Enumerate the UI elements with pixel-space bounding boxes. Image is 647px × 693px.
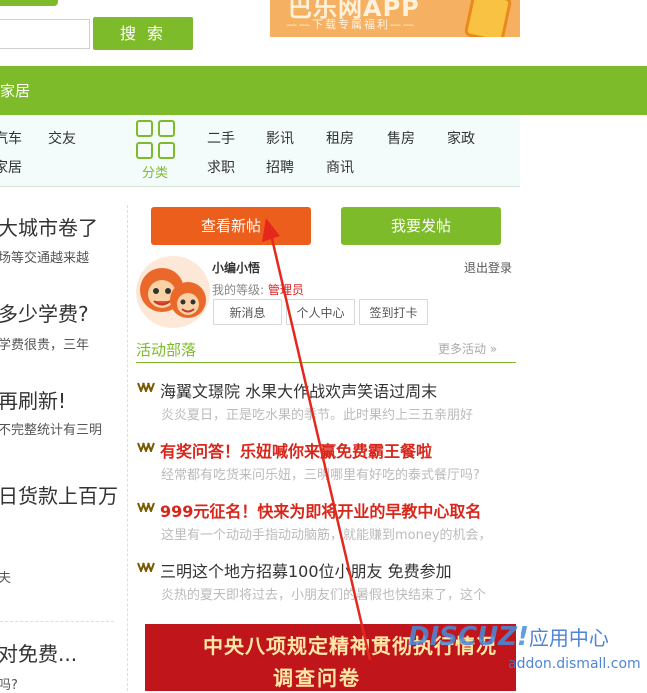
left-summary: 不完整统计有三明: [0, 423, 103, 438]
left-headline[interactable]: 日货款上百万: [0, 480, 118, 509]
category-item[interactable]: 影讯: [266, 128, 294, 148]
left-headline[interactable]: 对免费...: [0, 638, 77, 667]
new-post-button[interactable]: 我要发帖: [341, 207, 501, 245]
activity-title[interactable]: 三明这个地方招募100位小朋友 免费参加: [160, 558, 452, 582]
banner-subtitle: ——下载专属福利——: [286, 18, 416, 31]
activity-title[interactable]: 海翼文璟院 水果大作战欢声笑语过周末: [160, 378, 437, 402]
category-left-2[interactable]: 交友: [48, 128, 76, 148]
category-panel: [0, 115, 520, 187]
more-activities-link[interactable]: 更多活动 »: [438, 340, 497, 357]
section-divider: [136, 362, 516, 363]
left-headline[interactable]: 大城市卷了: [0, 212, 98, 241]
left-headline[interactable]: 多少学费?: [0, 298, 89, 327]
username[interactable]: 小编小悟: [212, 259, 260, 276]
view-new-posts-button[interactable]: 查看新帖: [151, 207, 311, 245]
left-divider: [0, 621, 114, 622]
trophy-icon: [137, 382, 155, 392]
trophy-icon: [137, 562, 155, 572]
activity-desc: 这里有一个动动手指动动脑筋，就能赚到money的机会，: [161, 528, 492, 543]
user-center-button[interactable]: 个人中心: [286, 299, 355, 325]
nav-item-current[interactable]: 家居: [0, 80, 30, 101]
left-headline[interactable]: 再刷新!: [0, 385, 66, 414]
category-item[interactable]: 二手: [207, 128, 235, 148]
messages-button[interactable]: 新消息: [213, 299, 282, 325]
activity-desc: 经常都有吃货来问乐妞，三明哪里有好吃的泰式餐厅吗?: [161, 468, 480, 483]
left-summary: 场等交通越来越: [0, 251, 90, 266]
left-summary: 夫: [0, 571, 12, 586]
category-item[interactable]: 商讯: [326, 157, 354, 177]
watermark-brand: DISCUZ!应用中心: [408, 622, 609, 652]
category-item[interactable]: 售房: [387, 128, 415, 148]
left-summary: 学费很贵，三年: [0, 338, 90, 353]
activity-title[interactable]: 999元征名！快来为即将开业的早教中心取名: [160, 498, 481, 522]
category-left-3[interactable]: 家居: [0, 157, 22, 177]
check-in-button[interactable]: 签到打卡: [359, 299, 428, 325]
watermark-url: addon.dismall.com: [508, 656, 641, 672]
search-input[interactable]: [0, 19, 90, 49]
trophy-icon: [137, 502, 155, 512]
category-item[interactable]: 招聘: [266, 157, 294, 177]
activity-desc: 炎热的夏天即将过去，小朋友们的暑假也快结束了，这个: [161, 588, 487, 603]
main-nav-bar: [0, 66, 647, 115]
logout-link[interactable]: 退出登录: [464, 259, 512, 276]
trophy-icon: [137, 442, 155, 452]
category-grid-icon: [136, 120, 178, 162]
level-label: 我的等级:: [212, 283, 268, 297]
category-item[interactable]: 求职: [207, 157, 235, 177]
survey-banner-subtitle: 调查问卷: [273, 666, 361, 690]
activity-desc: 炎炎夏日，正是吃水果的季节。此时果约上三五亲朋好: [161, 408, 474, 423]
category-label: 分类: [142, 166, 169, 181]
level-value: 管理员: [267, 283, 304, 297]
column-divider: [127, 205, 128, 691]
watermark-brand-cn: 应用中心: [528, 626, 609, 650]
left-summary: 吗?: [0, 678, 18, 693]
watermark-brand-name: DISCUZ!: [408, 622, 529, 652]
phone-icon: [463, 0, 513, 37]
app-download-banner[interactable]: 巴乐网APP ——下载专属福利——: [270, 0, 520, 37]
category-item[interactable]: 家政: [447, 128, 475, 148]
category-item[interactable]: 租房: [326, 128, 354, 148]
activities-title: 活动部落: [136, 341, 197, 359]
user-level: 我的等级: 管理员: [212, 281, 304, 298]
top-accent-bar: [0, 0, 58, 6]
category-left-1[interactable]: 汽车: [0, 128, 22, 148]
activity-title[interactable]: 有奖问答！乐妞喊你来赢免费霸王餐啦: [160, 438, 432, 462]
search-button[interactable]: 搜 索: [93, 17, 193, 50]
avatar[interactable]: [136, 256, 210, 328]
